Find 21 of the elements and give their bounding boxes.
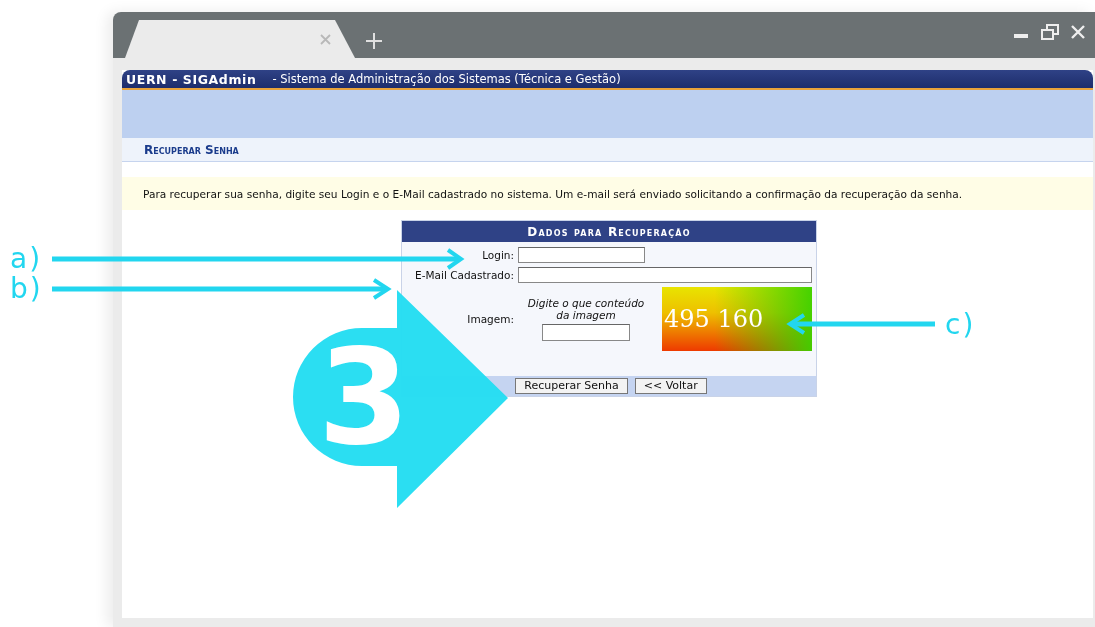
system-subtitle: - Sistema de Administração dos Sistemas (Técnica e Gestão) [272,72,621,86]
form-title: Dados para Recuperação [402,221,816,242]
form-button[interactable]: Recuperar Senha [515,378,628,394]
annotation-label: b) [10,274,43,304]
restore-icon[interactable] [1041,24,1059,40]
form-button[interactable]: << Voltar [634,378,707,394]
notice-text: Para recuperar sua senha, digite seu Login e o E-Mail cadastrado no sistema. Um e-mail será enviado solicitando a confirmação da recuperação da senha. [143,187,963,200]
captcha-hint: Digite o que conteúdo da imagem [526,297,646,321]
input-field[interactable] [518,247,645,263]
system-name: UERN - SIGAdmin [126,71,257,87]
step-number: 3 [317,322,411,472]
field-label: E-Mail Cadastrado: [414,269,514,281]
plus-icon[interactable] [365,32,383,50]
input-field[interactable] [518,267,812,283]
input-field[interactable] [542,324,630,341]
field-label: Imagem: [466,313,514,325]
annotation-label: a) [10,244,43,274]
page-title: Recuperar Senha [144,142,239,157]
field-label: Login: [481,249,514,261]
annotation-label: c) [945,310,976,340]
captcha-text: 495 160 [664,305,764,333]
